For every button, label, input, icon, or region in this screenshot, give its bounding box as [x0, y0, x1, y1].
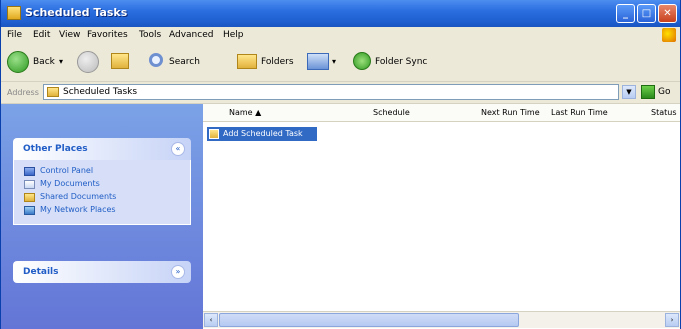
title-bar[interactable]: Scheduled Tasks _ □ ✕	[1, 0, 680, 27]
table-row[interactable]: Add Scheduled Task	[207, 127, 317, 141]
folder-up-icon[interactable]	[111, 53, 129, 69]
windows-logo-icon	[662, 28, 676, 42]
address-value[interactable]: Scheduled Tasks	[63, 87, 137, 97]
scroll-left-icon[interactable]: ‹	[204, 313, 218, 327]
window-title: Scheduled Tasks	[25, 6, 128, 19]
minimize-button[interactable]: _	[616, 4, 635, 23]
menu-favorites[interactable]: Favorites	[87, 30, 128, 40]
control-panel-icon	[24, 167, 35, 176]
column-last-run[interactable]: Last Run Time	[551, 108, 608, 117]
menu-tools[interactable]: Tools	[139, 30, 161, 40]
expand-icon[interactable]: »	[171, 265, 185, 279]
details-panel: Details »	[13, 261, 191, 283]
details-header[interactable]: Details »	[13, 261, 191, 283]
other-places-title[interactable]: Other Places	[23, 144, 88, 154]
go-arrow-icon[interactable]	[641, 85, 655, 99]
other-places-list: Control Panel My Documents Shared Docume…	[13, 160, 191, 225]
address-dropdown-icon[interactable]: ▼	[622, 85, 636, 99]
place-network[interactable]: My Network Places	[24, 205, 190, 217]
scroll-thumb[interactable]	[219, 313, 519, 327]
address-label: Address	[7, 88, 39, 97]
column-status[interactable]: Status	[651, 108, 677, 117]
address-input[interactable]: Scheduled Tasks	[43, 84, 619, 100]
forward-arrow-icon[interactable]	[77, 51, 99, 73]
add-task-icon	[209, 129, 219, 139]
place-control-panel[interactable]: Control Panel	[24, 166, 190, 178]
sort-arrow-icon: ▲	[255, 108, 262, 117]
folder-sync-icon[interactable]	[353, 52, 371, 70]
explorer-window: Scheduled Tasks _ □ ✕ File Edit View Fav…	[0, 0, 681, 329]
column-name[interactable]: Name ▲	[229, 108, 261, 117]
place-label[interactable]: Shared Documents	[40, 192, 116, 201]
horizontal-scrollbar[interactable]: ‹ ›	[203, 311, 680, 328]
place-shared-documents[interactable]: Shared Documents	[24, 192, 190, 204]
row-name[interactable]: Add Scheduled Task	[223, 129, 303, 138]
views-dropdown-icon[interactable]: ▾	[332, 57, 336, 66]
search-button[interactable]: Search	[169, 57, 200, 67]
menu-edit[interactable]: Edit	[33, 30, 50, 40]
menu-help[interactable]: Help	[223, 30, 244, 40]
menu-file[interactable]: File	[7, 30, 22, 40]
menu-bar: File Edit View Favorites Tools Advanced …	[1, 27, 680, 45]
documents-icon	[24, 180, 35, 189]
network-icon	[24, 206, 35, 215]
column-schedule[interactable]: Schedule	[373, 108, 410, 117]
maximize-button[interactable]: □	[637, 4, 656, 23]
column-headers: Name ▲ Schedule Next Run Time Last Run T…	[203, 104, 680, 122]
task-pane: Other Places « Control Panel My Document…	[1, 104, 203, 329]
search-icon[interactable]	[149, 53, 163, 67]
file-list[interactable]: Name ▲ Schedule Next Run Time Last Run T…	[203, 104, 680, 329]
toolbar: Back ▾ Search Folders ▾ Folder Sync	[1, 44, 680, 82]
address-bar: Address Scheduled Tasks ▼ Go	[1, 82, 680, 104]
go-button[interactable]: Go	[658, 87, 670, 97]
place-label[interactable]: My Network Places	[40, 205, 116, 214]
other-places-panel: Other Places « Control Panel My Document…	[13, 138, 191, 225]
column-next-run[interactable]: Next Run Time	[481, 108, 540, 117]
back-arrow-icon[interactable]	[7, 51, 29, 73]
place-label[interactable]: My Documents	[40, 179, 100, 188]
folders-button[interactable]: Folders	[261, 57, 294, 67]
folder-sync-button[interactable]: Folder Sync	[375, 57, 427, 67]
details-title[interactable]: Details	[23, 267, 58, 277]
close-button[interactable]: ✕	[658, 4, 677, 23]
scheduled-tasks-folder-icon	[47, 87, 59, 97]
back-dropdown-icon[interactable]: ▾	[59, 57, 63, 66]
back-button-label[interactable]: Back	[33, 57, 55, 67]
folders-icon[interactable]	[237, 54, 257, 69]
shared-folder-icon	[24, 193, 35, 202]
other-places-header[interactable]: Other Places «	[13, 138, 191, 160]
scroll-right-icon[interactable]: ›	[665, 313, 679, 327]
collapse-icon[interactable]: «	[171, 142, 185, 156]
place-label[interactable]: Control Panel	[40, 166, 93, 175]
place-my-documents[interactable]: My Documents	[24, 179, 190, 191]
menu-view[interactable]: View	[59, 30, 80, 40]
scheduled-tasks-icon	[7, 6, 21, 20]
views-icon[interactable]	[307, 53, 329, 70]
menu-advanced[interactable]: Advanced	[169, 30, 213, 40]
